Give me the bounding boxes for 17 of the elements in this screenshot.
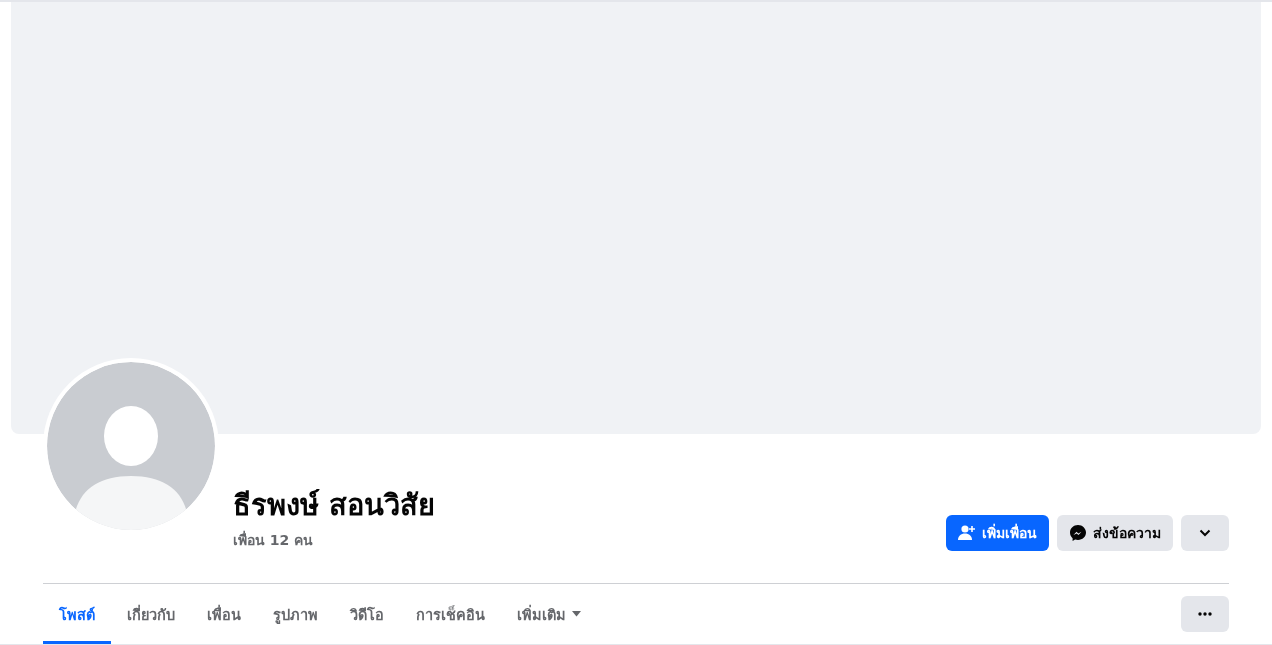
chevron-down-icon [1199, 529, 1211, 537]
profile-name: ธีรพงษ์ สอนวิสัย [233, 487, 437, 524]
more-options-button[interactable] [1181, 596, 1229, 632]
profile-tab[interactable]: โพสต์ [43, 584, 111, 644]
profile-tab[interactable]: วิดีโอ [334, 584, 400, 644]
friend-count: เพื่อน 12 คน [233, 529, 315, 550]
messenger-icon [1069, 524, 1087, 542]
message-button[interactable]: ส่งข้อความ [1057, 515, 1173, 551]
add-person-icon [958, 525, 976, 541]
ellipsis-icon [1198, 612, 1212, 616]
profile-tab[interactable]: เพื่อน [191, 584, 257, 644]
profile-tab[interactable]: รูปภาพ [257, 584, 334, 644]
caret-icon [572, 611, 581, 617]
profile-tab[interactable]: เพิ่มเติม [501, 584, 597, 644]
add-friend-button[interactable]: เพิ่มเพื่อน [946, 515, 1049, 551]
profile-tab[interactable]: การเช็คอิน [400, 584, 501, 644]
profile-tab[interactable]: เกี่ยวกับ [111, 584, 191, 644]
